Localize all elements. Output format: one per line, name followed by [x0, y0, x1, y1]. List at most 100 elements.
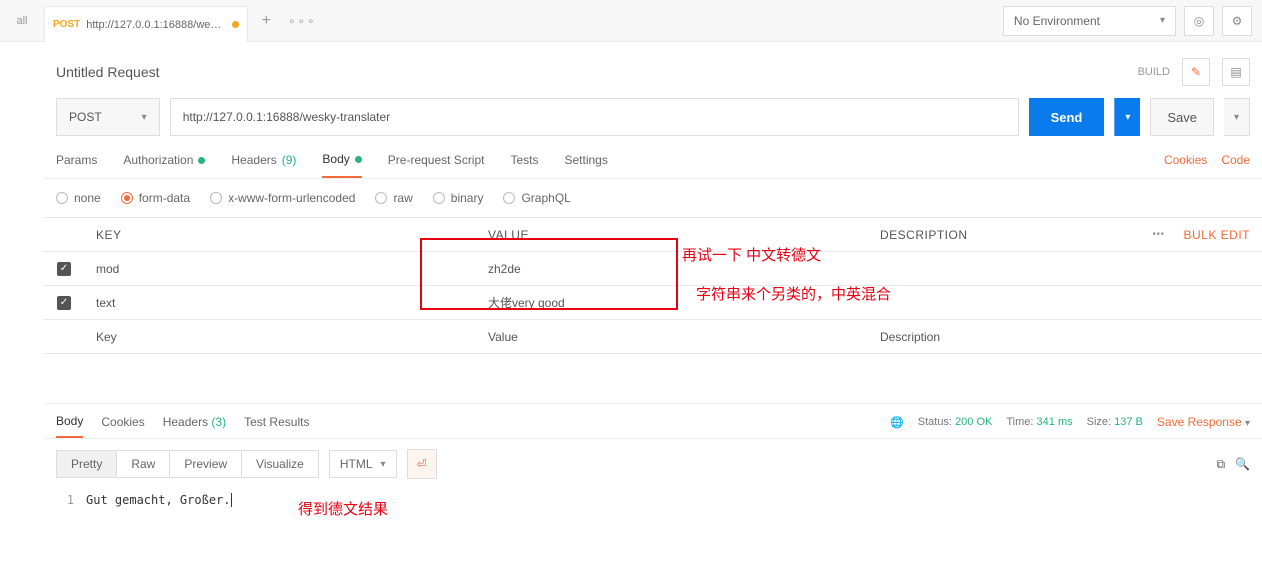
- copy-button[interactable]: ⧉: [1216, 457, 1225, 472]
- build-label[interactable]: BUILD: [1138, 66, 1170, 78]
- resp-headers-label: Headers: [163, 415, 208, 429]
- format-value: HTML: [340, 457, 373, 471]
- tab-authorization[interactable]: Authorization: [123, 153, 205, 177]
- body-none[interactable]: none: [56, 191, 101, 205]
- tab-body-label: Body: [322, 152, 349, 166]
- radio-icon: [210, 192, 222, 204]
- code-link[interactable]: Code: [1221, 153, 1250, 167]
- tab-url: http://127.0.0.1:16888/wesky-t...: [86, 19, 226, 31]
- columns-icon: ▤: [1230, 65, 1241, 79]
- table-row: ✓ text 大佬very good: [44, 286, 1262, 320]
- send-dropdown[interactable]: ▾: [1114, 98, 1140, 136]
- eye-icon: ◎: [1194, 14, 1204, 28]
- value-input[interactable]: zh2de: [476, 262, 868, 276]
- url-input[interactable]: http://127.0.0.1:16888/wesky-translater: [170, 98, 1019, 136]
- environment-select[interactable]: No Environment ▾: [1003, 6, 1176, 36]
- headers-count: (9): [282, 153, 297, 167]
- key-input[interactable]: mod: [84, 262, 476, 276]
- cursor-icon: [231, 493, 232, 507]
- wrap-lines-button[interactable]: ⏎: [407, 449, 437, 479]
- row-checkbox[interactable]: ✓: [57, 296, 71, 310]
- save-button[interactable]: Save: [1150, 98, 1214, 136]
- comments-button[interactable]: ✎: [1182, 58, 1210, 86]
- request-tab[interactable]: POST http://127.0.0.1:16888/wesky-t...: [44, 6, 248, 42]
- save-dropdown[interactable]: ▾: [1224, 98, 1250, 136]
- settings-button[interactable]: ⚙: [1222, 6, 1252, 36]
- resp-headers-count: (3): [211, 415, 226, 429]
- tab-body[interactable]: Body: [322, 152, 361, 178]
- tab-headers[interactable]: Headers (9): [231, 153, 296, 177]
- radio-icon: [121, 192, 133, 204]
- row-checkbox[interactable]: ✓: [57, 262, 71, 276]
- size-label: Size:: [1087, 416, 1111, 428]
- resp-tab-cookies[interactable]: Cookies: [101, 415, 144, 437]
- chevron-down-icon: ▾: [1125, 112, 1130, 123]
- body-graphql-label: GraphQL: [521, 191, 570, 205]
- tab-params[interactable]: Params: [56, 153, 97, 177]
- new-tab-button[interactable]: +: [248, 0, 284, 41]
- cookies-link[interactable]: Cookies: [1164, 153, 1207, 167]
- method-value: POST: [69, 110, 102, 124]
- key-input[interactable]: text: [84, 296, 476, 310]
- key-input[interactable]: Key: [84, 330, 476, 344]
- view-preview[interactable]: Preview: [170, 450, 242, 478]
- chevron-down-icon: ▾: [1160, 15, 1165, 26]
- more-actions[interactable]: •••: [1133, 229, 1183, 240]
- body-formdata[interactable]: form-data: [121, 191, 190, 205]
- time-value: 341 ms: [1037, 416, 1073, 428]
- col-desc: DESCRIPTION: [868, 228, 1133, 242]
- body-graphql[interactable]: GraphQL: [503, 191, 570, 205]
- view-raw[interactable]: Raw: [117, 450, 170, 478]
- format-select[interactable]: HTML ▾: [329, 450, 397, 478]
- method-select[interactable]: POST ▾: [56, 98, 160, 136]
- col-key: KEY: [84, 228, 476, 242]
- chevron-down-icon: ▾: [381, 459, 386, 470]
- request-title[interactable]: Untitled Request: [56, 64, 160, 80]
- tab-prerequest[interactable]: Pre-request Script: [388, 153, 485, 177]
- body-none-label: none: [74, 191, 101, 205]
- preview-env-button[interactable]: ◎: [1184, 6, 1214, 36]
- send-button[interactable]: Send: [1029, 98, 1105, 136]
- unsaved-dot-icon: [232, 21, 239, 28]
- env-label: No Environment: [1014, 14, 1100, 28]
- time-label: Time:: [1006, 416, 1033, 428]
- response-body[interactable]: 1 Gut gemacht, Großer.: [44, 489, 1262, 511]
- view-visualize[interactable]: Visualize: [242, 450, 319, 478]
- desc-input[interactable]: Description: [868, 330, 1262, 344]
- globe-icon[interactable]: 🌐: [890, 416, 904, 429]
- bulk-edit-link[interactable]: Bulk Edit: [1183, 228, 1262, 242]
- tab-settings[interactable]: Settings: [565, 153, 608, 177]
- body-binary[interactable]: binary: [433, 191, 484, 205]
- col-value: VALUE: [476, 228, 868, 242]
- save-response-button[interactable]: Save Response ▾: [1157, 415, 1250, 429]
- value-input[interactable]: Value: [476, 330, 868, 344]
- body-xwww[interactable]: x-www-form-urlencoded: [210, 191, 355, 205]
- chevron-down-icon: ▾: [1234, 112, 1239, 123]
- chevron-down-icon: ▾: [142, 112, 147, 123]
- radio-icon: [56, 192, 68, 204]
- layout-button[interactable]: ▤: [1222, 58, 1250, 86]
- resp-tab-headers[interactable]: Headers (3): [163, 415, 226, 437]
- table-row-new[interactable]: Key Value Description: [44, 320, 1262, 354]
- body-raw[interactable]: raw: [375, 191, 412, 205]
- body-raw-label: raw: [393, 191, 412, 205]
- tabs-more-button[interactable]: ∘∘∘: [284, 0, 320, 41]
- body-binary-label: binary: [451, 191, 484, 205]
- search-button[interactable]: 🔍: [1235, 457, 1250, 472]
- view-pretty[interactable]: Pretty: [56, 450, 117, 478]
- tab-tests[interactable]: Tests: [510, 153, 538, 177]
- wrap-icon: ⏎: [417, 457, 427, 471]
- method-badge: POST: [53, 19, 80, 30]
- size-value: 137 B: [1114, 416, 1143, 428]
- tab-headers-label: Headers: [231, 153, 276, 167]
- status-label: Status:: [918, 416, 952, 428]
- value-input[interactable]: 大佬very good: [476, 294, 868, 311]
- resp-tab-body[interactable]: Body: [56, 414, 83, 438]
- resp-tab-tests[interactable]: Test Results: [244, 415, 309, 437]
- sidebar-label: all: [0, 0, 44, 41]
- pencil-icon: ✎: [1191, 65, 1201, 79]
- response-text: Gut gemacht, Großer.: [86, 493, 231, 507]
- chevron-down-icon: ▾: [1245, 418, 1250, 429]
- radio-icon: [503, 192, 515, 204]
- save-response-label: Save Response: [1157, 415, 1242, 429]
